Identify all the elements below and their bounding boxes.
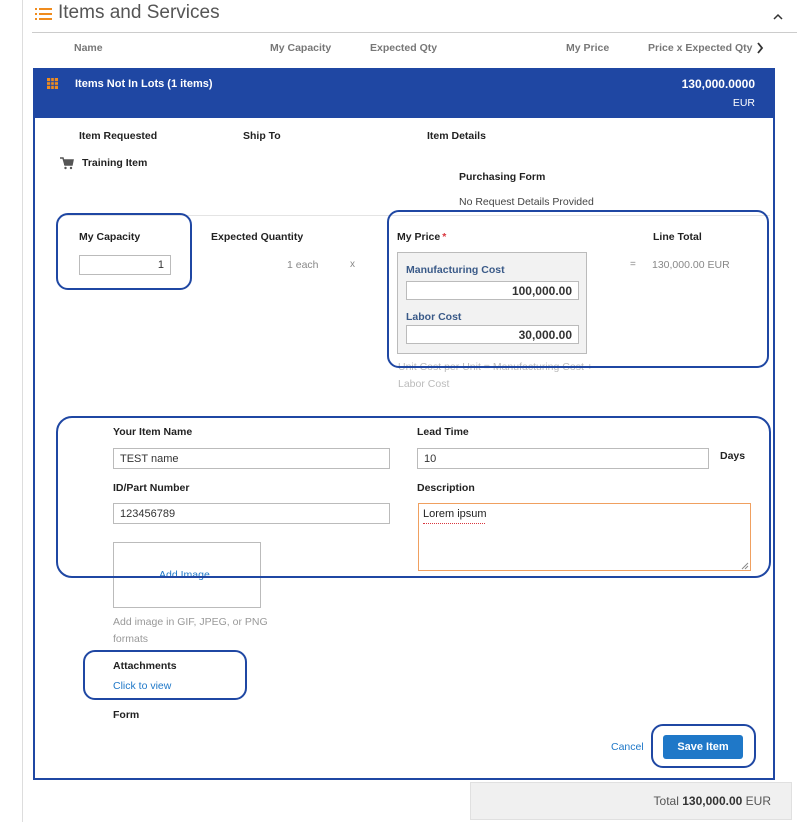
highlight-attachments	[83, 650, 247, 700]
highlight-save	[651, 724, 756, 768]
col-expected-qty[interactable]: Expected Qty	[370, 42, 437, 54]
left-divider	[22, 0, 23, 822]
total-text: Total 130,000.00 EUR	[654, 794, 771, 808]
total-bar: Total 130,000.00 EUR	[470, 782, 792, 820]
highlight-price	[387, 210, 769, 368]
purchasing-note: No Request Details Provided	[459, 196, 594, 208]
image-hint-2: formats	[113, 633, 149, 645]
item-requested-header: Item Requested	[79, 130, 158, 142]
expected-quantity-label: Expected Quantity	[211, 231, 304, 243]
lots-currency: EUR	[732, 97, 755, 109]
ship-to-header: Ship To	[243, 130, 281, 142]
total-currency: EUR	[745, 794, 771, 808]
highlight-capacity	[56, 213, 192, 290]
item-name: Training Item	[82, 157, 148, 169]
header-divider	[32, 32, 797, 33]
grid-icon	[47, 78, 58, 89]
lots-amount: 130,000.0000	[681, 77, 755, 91]
cancel-button[interactable]: Cancel	[611, 741, 644, 753]
chevron-right-icon[interactable]	[756, 42, 764, 54]
times-sign: x	[350, 259, 355, 270]
col-price-x-qty[interactable]: Price x Expected Qty	[648, 42, 752, 54]
purchasing-form-title: Purchasing Form	[459, 171, 546, 183]
section-title: Items and Services	[58, 2, 220, 23]
highlight-item-form	[56, 416, 771, 578]
item-details-header: Item Details	[427, 130, 486, 142]
form-label: Form	[113, 709, 140, 721]
col-name[interactable]: Name	[74, 42, 103, 54]
cart-icon	[60, 157, 74, 170]
lots-label: Items Not In Lots (1 items)	[75, 78, 213, 90]
total-amount: 130,000.00	[682, 794, 743, 808]
collapse-chevron-icon[interactable]	[772, 12, 784, 22]
expected-quantity-value: 1 each	[287, 259, 319, 271]
image-hint-1: Add image in GIF, JPEG, or PNG	[113, 616, 268, 628]
col-my-price[interactable]: My Price	[566, 42, 609, 54]
list-icon	[35, 7, 52, 21]
col-my-capacity[interactable]: My Capacity	[270, 42, 331, 54]
total-label: Total	[653, 794, 679, 808]
formula-line-2: Labor Cost	[398, 378, 450, 390]
lots-bar[interactable]: Items Not In Lots (1 items) 130,000.0000…	[33, 68, 775, 118]
